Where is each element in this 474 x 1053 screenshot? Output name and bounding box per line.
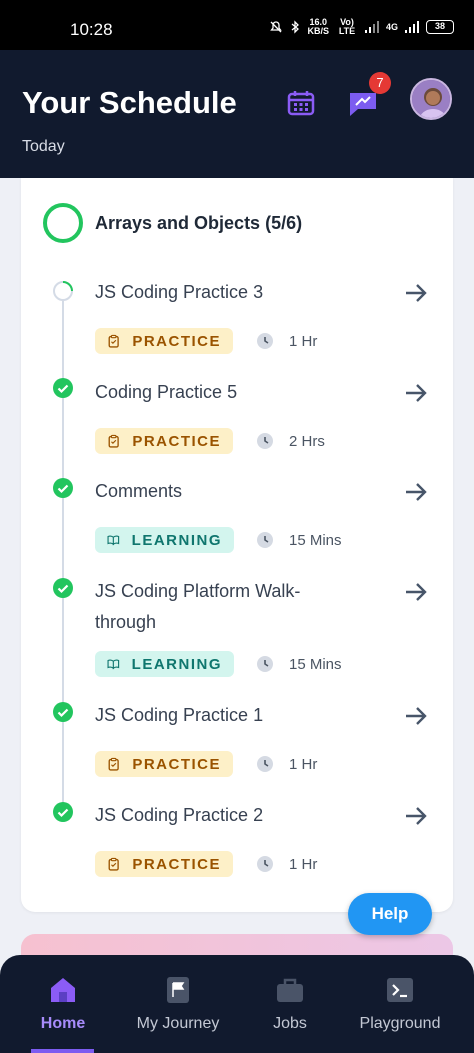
duration: 1 Hr — [289, 856, 318, 873]
practice-tag: PRACTICE — [95, 851, 233, 877]
check-circle-icon — [53, 702, 73, 722]
arrow-right-icon[interactable] — [403, 479, 429, 505]
progress-ring-icon — [43, 203, 83, 243]
schedule-item-title[interactable]: JS Coding Practice 2 — [95, 800, 375, 831]
schedule-item-title[interactable]: JS Coding Platform Walk-through — [95, 576, 325, 638]
practice-tag: PRACTICE — [95, 328, 233, 354]
briefcase-icon — [277, 978, 303, 1002]
clipboard-icon — [108, 434, 119, 448]
nav-item-jobs[interactable]: Jobs — [255, 955, 325, 1053]
arrow-right-icon[interactable] — [403, 803, 429, 829]
clipboard-icon — [108, 334, 119, 348]
group-title: Arrays and Objects (5/6) — [95, 213, 303, 233]
nav-item-playground[interactable]: Playground — [352, 955, 448, 1053]
avatar[interactable] — [410, 78, 452, 120]
tag-label: PRACTICE — [132, 332, 221, 350]
clock-icon — [257, 856, 273, 872]
duration: 1 Hr — [289, 333, 318, 350]
tag-label: PRACTICE — [132, 432, 221, 450]
nav-item-my-journey[interactable]: My Journey — [128, 955, 228, 1053]
nav-label: Playground — [359, 1015, 441, 1032]
arrow-right-icon[interactable] — [403, 703, 429, 729]
schedule-item-title[interactable]: Coding Practice 5 — [95, 377, 375, 408]
check-circle-icon — [53, 802, 73, 822]
active-tab-indicator — [31, 1049, 94, 1053]
help-button[interactable]: Help — [348, 893, 432, 935]
check-circle-icon — [53, 478, 73, 498]
status-time: 10:28 — [70, 20, 113, 39]
avatar-image — [412, 80, 450, 118]
duration: 15 Mins — [289, 532, 342, 549]
signal-icon — [364, 21, 379, 33]
clock-icon — [257, 532, 273, 548]
duration: 1 Hr — [289, 756, 318, 773]
signal-icon-2 — [405, 21, 419, 33]
page-header: Your Schedule Today — [0, 50, 474, 178]
book-icon — [107, 659, 120, 670]
clipboard-icon — [108, 857, 119, 871]
nav-label: My Journey — [136, 1015, 220, 1032]
learning-tag: LEARNING — [95, 651, 234, 677]
learning-tag: LEARNING — [95, 527, 234, 553]
nav-label: Home — [40, 1015, 86, 1032]
duration: 2 Hrs — [289, 433, 325, 450]
network-speed: 16.0 KB/S — [307, 17, 329, 36]
practice-tag: PRACTICE — [95, 428, 233, 454]
signal-4g-label: 4G — [385, 21, 398, 32]
page-subtitle: Today — [22, 138, 65, 155]
check-circle-icon — [53, 378, 73, 398]
clipboard-icon — [108, 757, 119, 771]
arrow-right-icon[interactable] — [403, 380, 429, 406]
nav-item-home[interactable]: Home — [24, 955, 102, 1053]
battery-indicator: 38 — [426, 20, 454, 34]
home-icon — [51, 978, 75, 1002]
schedule-item-title[interactable]: Comments — [95, 476, 375, 507]
volte-label: Vo) LTE — [338, 17, 356, 36]
bottom-nav: Home My Journey Jobs Playground — [0, 955, 474, 1053]
notification-badge: 7 — [369, 72, 391, 94]
nav-label: Jobs — [273, 1015, 307, 1032]
tag-label: LEARNING — [131, 655, 222, 673]
clock-icon — [257, 656, 273, 672]
book-icon — [107, 535, 120, 546]
duration: 15 Mins — [289, 656, 342, 673]
in-progress-icon — [53, 281, 73, 301]
clock-icon — [257, 756, 273, 772]
flag-icon — [167, 977, 189, 1003]
status-bar: 10:28 16.0 KB/S Vo) LTE 4G 38 — [0, 0, 474, 50]
practice-tag: PRACTICE — [95, 751, 233, 777]
arrow-right-icon[interactable] — [403, 280, 429, 306]
page-title: Your Schedule — [22, 85, 237, 120]
schedule-item-title[interactable]: JS Coding Practice 3 — [95, 277, 375, 308]
status-icons: 16.0 KB/S Vo) LTE 4G 38 — [269, 18, 454, 36]
tag-label: LEARNING — [131, 531, 222, 549]
clock-icon — [257, 433, 273, 449]
terminal-icon — [387, 978, 413, 1002]
tag-label: PRACTICE — [132, 755, 221, 773]
calendar-icon[interactable] — [286, 88, 316, 118]
arrow-right-icon[interactable] — [403, 579, 429, 605]
schedule-item-title[interactable]: JS Coding Practice 1 — [95, 700, 375, 731]
tag-label: PRACTICE — [132, 855, 221, 873]
check-circle-icon — [53, 578, 73, 598]
bluetooth-icon — [292, 20, 300, 34]
mute-icon — [270, 21, 283, 33]
clock-icon — [257, 333, 273, 349]
